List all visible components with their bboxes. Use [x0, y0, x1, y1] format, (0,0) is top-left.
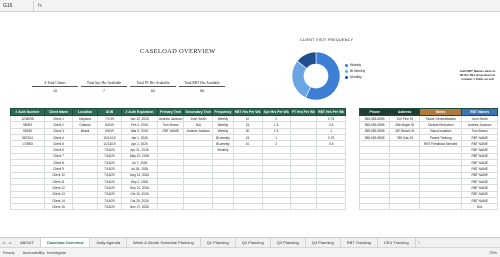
sheet-tab[interactable]: CEU Tracking: [378, 237, 416, 248]
col-rbt-names[interactable]: RBT Names: [461, 108, 499, 116]
formula-bar: G16 fx: [0, 0, 500, 12]
worksheet[interactable]: CASELOAD OVERVIEW # Total Clients 15 Tot…: [0, 12, 500, 237]
table-header-row: # Auth Number Client Name Location DOB #…: [10, 108, 499, 116]
col-auth-expiration[interactable]: # Auth Expiration: [121, 108, 158, 116]
caseload-table: # Auth Number Client Name Location DOB #…: [10, 108, 499, 211]
sheet-tab[interactable]: Q2 Planning: [236, 237, 271, 248]
col-location[interactable]: Location: [72, 108, 98, 116]
fx-label: fx: [38, 2, 42, 9]
sheet-tab-bar: ◂ ▸ ABOUT Caseload Overview Daily Agenda We…: [0, 237, 500, 248]
summary-box: # Total Clients 15: [32, 81, 78, 93]
col-rbt-hrs[interactable]: RBT Hrs Per Wk: [232, 108, 263, 116]
col-address[interactable]: Address: [389, 108, 421, 116]
visit-frequency-donut-chart[interactable]: [289, 49, 343, 103]
secondary-tech-cell[interactable]: [183, 203, 214, 211]
legend-swatch-icon: [345, 63, 348, 67]
phone-cell[interactable]: [359, 203, 391, 211]
chart-legend: Weekly Bi-Weekly Monthly: [345, 63, 365, 81]
col-spv-hrs[interactable]: Spv Hrs Per Wk: [261, 108, 291, 116]
sheet-tab[interactable]: Q3 Planning: [271, 237, 306, 248]
zoom-level[interactable]: 75%: [489, 250, 497, 255]
pt-hrs-cell[interactable]: [289, 203, 318, 211]
tab-scroll-left-icon[interactable]: ◂: [0, 240, 7, 245]
col-secondary-tech[interactable]: Secondary Tech: [183, 108, 214, 116]
name-box[interactable]: G16: [0, 0, 34, 11]
address-cell[interactable]: [389, 203, 421, 211]
col-primary-tech[interactable]: Primary Tech: [156, 108, 185, 116]
summary-label: Total Spv Hrs Available: [81, 81, 127, 87]
sheet-tab[interactable]: Q4 Planning: [306, 237, 341, 248]
summary-box: Total RBT Hrs Available 56: [179, 81, 225, 93]
rbt-name-cell[interactable]: N/A: [461, 203, 499, 211]
summary-label: Total RBT Hrs Available: [179, 81, 225, 87]
summary-value: 63: [151, 89, 155, 93]
sheet-tab[interactable]: Daily Agenda: [90, 237, 128, 248]
legend-label: Weekly: [350, 63, 362, 67]
sheet-tab[interactable]: RBT Tracking: [341, 237, 378, 248]
dob-cell[interactable]: 7/16/20: [97, 203, 122, 211]
legend-item: Monthly: [345, 75, 365, 79]
col-rbt-hrs-2[interactable]: RBT Hrs Per Wk: [316, 108, 347, 116]
legend-swatch-icon: [345, 75, 348, 79]
legend-label: Monthly: [350, 75, 362, 79]
summary-value: 15: [53, 89, 57, 93]
frequency-cell[interactable]: [212, 203, 234, 211]
add-sheet-icon[interactable]: +: [416, 240, 423, 245]
auth-expiration-cell[interactable]: Nov 17, 2026: [121, 203, 158, 211]
summary-label: Total PT Hrs Available: [130, 81, 176, 87]
summary-value: 56: [200, 89, 204, 93]
sheet-tab[interactable]: Week & Month Schedule Planning: [127, 237, 201, 248]
summary-value: 7: [103, 89, 105, 93]
table-row: Client 15 7/16/20 Nov 17, 2026 N/A: [10, 203, 499, 211]
notes-cell[interactable]: [419, 203, 463, 211]
client-name-cell[interactable]: Client 15: [44, 203, 73, 211]
sheet-tabs: ABOUT Caseload Overview Daily Agenda Week &…: [14, 237, 416, 248]
summary-box: Total Spv Hrs Available 7: [81, 81, 127, 93]
col-pt-hrs[interactable]: PT Hrs Per Wk: [289, 108, 318, 116]
sheet-tab[interactable]: ABOUT: [14, 237, 41, 248]
spacer: [345, 203, 360, 210]
spv-hrs-cell[interactable]: [261, 203, 291, 211]
status-ready: Ready: [3, 250, 15, 255]
summary-box: Total PT Hrs Available 63: [130, 81, 176, 93]
rbt-hrs-2-cell[interactable]: [316, 203, 347, 211]
rbt-names-note: Add RBT Names Here to fill the Rbt drop …: [459, 69, 496, 81]
col-auth-number[interactable]: # Auth Number: [10, 108, 45, 116]
rbt-hrs-cell[interactable]: [232, 203, 263, 211]
tab-scroll-right-icon[interactable]: ▸: [7, 240, 14, 245]
col-frequency[interactable]: Frequency: [212, 108, 234, 116]
sheet-tab[interactable]: Caseload Overview: [40, 237, 91, 248]
spacer: [345, 108, 360, 116]
location-cell[interactable]: [72, 203, 98, 211]
chart-title: CLIENT VISIT FREQUENCY: [300, 38, 354, 42]
page-title: CASELOAD OVERVIEW: [140, 48, 216, 55]
auth-number-cell[interactable]: [10, 203, 45, 211]
summary-label: # Total Clients: [32, 81, 78, 87]
legend-item: Weekly: [345, 63, 365, 67]
legend-item: Bi-Weekly: [345, 69, 365, 73]
sheet-tab[interactable]: Q1 Planning: [201, 237, 236, 248]
legend-swatch-icon: [345, 69, 348, 73]
primary-tech-cell[interactable]: [156, 203, 185, 211]
status-bar: Ready Accessibility: Investigate 75%: [0, 247, 500, 257]
legend-label: Bi-Weekly: [350, 69, 366, 73]
col-notes[interactable]: Notes: [419, 108, 463, 116]
summary-boxes: # Total Clients 15 Total Spv Hrs Availab…: [32, 81, 228, 93]
accessibility-status[interactable]: Accessibility: Investigate: [23, 250, 66, 255]
col-client-name[interactable]: Client Name: [44, 108, 73, 116]
col-dob[interactable]: DOB: [97, 108, 122, 116]
col-phone[interactable]: Phone: [359, 108, 391, 116]
